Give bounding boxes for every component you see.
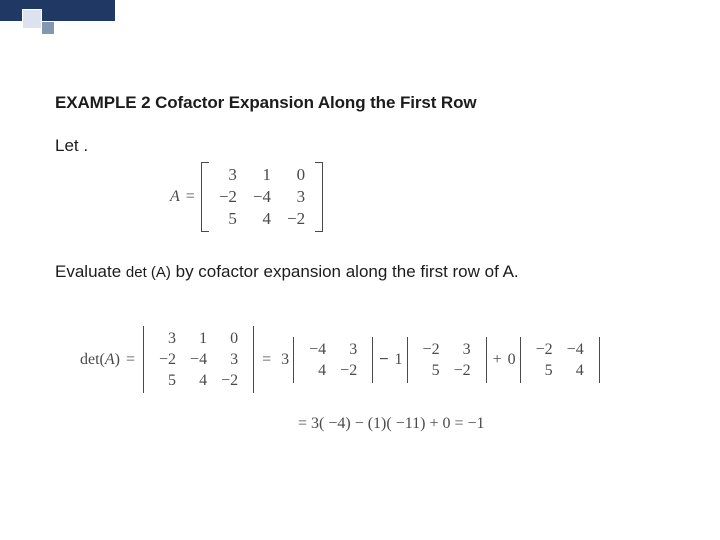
minor-2-table: −23 5−2 xyxy=(416,339,478,381)
det-label: det(A) xyxy=(80,351,120,369)
cell: −2 xyxy=(152,349,183,370)
matrix-definition: A = 310 −2−43 54−2 xyxy=(170,162,680,232)
cell: −2 xyxy=(211,186,245,208)
cell: 1 xyxy=(245,164,279,186)
cell: 4 xyxy=(560,360,591,381)
cell: −2 xyxy=(214,370,245,391)
plus-sign: + xyxy=(493,351,502,369)
equals-sign: = xyxy=(186,188,195,206)
matrix-A-table: 310 −2−43 54−2 xyxy=(211,164,313,230)
matrix-A-symbol: A xyxy=(170,188,180,206)
coef-3: 0 xyxy=(508,351,516,369)
cell: 5 xyxy=(416,360,447,381)
det-A-bars: 310 −2−43 54−2 xyxy=(143,326,254,393)
evaluate-suffix: by cofactor expansion along the first ro… xyxy=(171,262,519,281)
cell: 3 xyxy=(447,339,478,360)
minus-sign: − xyxy=(379,351,388,369)
cell: 0 xyxy=(279,164,313,186)
cell: −2 xyxy=(333,360,364,381)
cell: 3 xyxy=(214,349,245,370)
cell: 3 xyxy=(211,164,245,186)
cell: 5 xyxy=(211,208,245,230)
cell: −4 xyxy=(245,186,279,208)
example-heading: EXAMPLE 2 Cofactor Expansion Along the F… xyxy=(55,93,680,113)
det-A-table: 310 −2−43 54−2 xyxy=(152,328,245,391)
coef-1: 3 xyxy=(281,351,289,369)
deco-square-mid xyxy=(41,21,55,35)
cell: 4 xyxy=(245,208,279,230)
minor-1-table: −43 4−2 xyxy=(302,339,364,381)
det-close: ) xyxy=(115,351,120,368)
matrix-A-bracket: 310 −2−43 54−2 xyxy=(201,162,323,232)
det-open: det( xyxy=(80,351,105,368)
cell: −2 xyxy=(447,360,478,381)
cofactor-expansion: det(A) = 310 −2−43 54−2 = 3 −43 4−2 − 1 xyxy=(80,326,680,433)
slide-corner-decoration xyxy=(0,0,115,48)
slide-content: EXAMPLE 2 Cofactor Expansion Along the F… xyxy=(55,93,680,433)
minor-3-table: −2−4 54 xyxy=(529,339,591,381)
equals-sign: = xyxy=(126,351,135,369)
cell: 4 xyxy=(183,370,214,391)
cell: 3 xyxy=(333,339,364,360)
cell: 4 xyxy=(302,360,333,381)
cell: 5 xyxy=(152,370,183,391)
expansion-result: = 3( −4) − (1)( −11) + 0 = −1 xyxy=(298,415,680,433)
equals-sign: = xyxy=(262,351,271,369)
cell: −2 xyxy=(416,339,447,360)
det-A-inline: det (A) xyxy=(126,264,171,281)
minor-1: −43 4−2 xyxy=(293,337,373,383)
cell: −2 xyxy=(279,208,313,230)
evaluate-instruction: Evaluate det (A) by cofactor expansion a… xyxy=(55,262,680,282)
cell: 3 xyxy=(152,328,183,349)
minor-2: −23 5−2 xyxy=(407,337,487,383)
cell: 3 xyxy=(279,186,313,208)
cell: 1 xyxy=(183,328,214,349)
deco-square-light xyxy=(22,9,42,29)
coef-2: 1 xyxy=(395,351,403,369)
minor-3: −2−4 54 xyxy=(520,337,600,383)
cell: −2 xyxy=(529,339,560,360)
cell: −4 xyxy=(302,339,333,360)
let-label: Let . xyxy=(55,136,680,156)
cell: −4 xyxy=(183,349,214,370)
A-symbol: A xyxy=(105,351,115,368)
expansion-line-1: det(A) = 310 −2−43 54−2 = 3 −43 4−2 − 1 xyxy=(80,326,680,393)
deco-strip xyxy=(0,0,115,21)
evaluate-prefix: Evaluate xyxy=(55,262,126,281)
cell: 0 xyxy=(214,328,245,349)
cell: −4 xyxy=(560,339,591,360)
cell: 5 xyxy=(529,360,560,381)
